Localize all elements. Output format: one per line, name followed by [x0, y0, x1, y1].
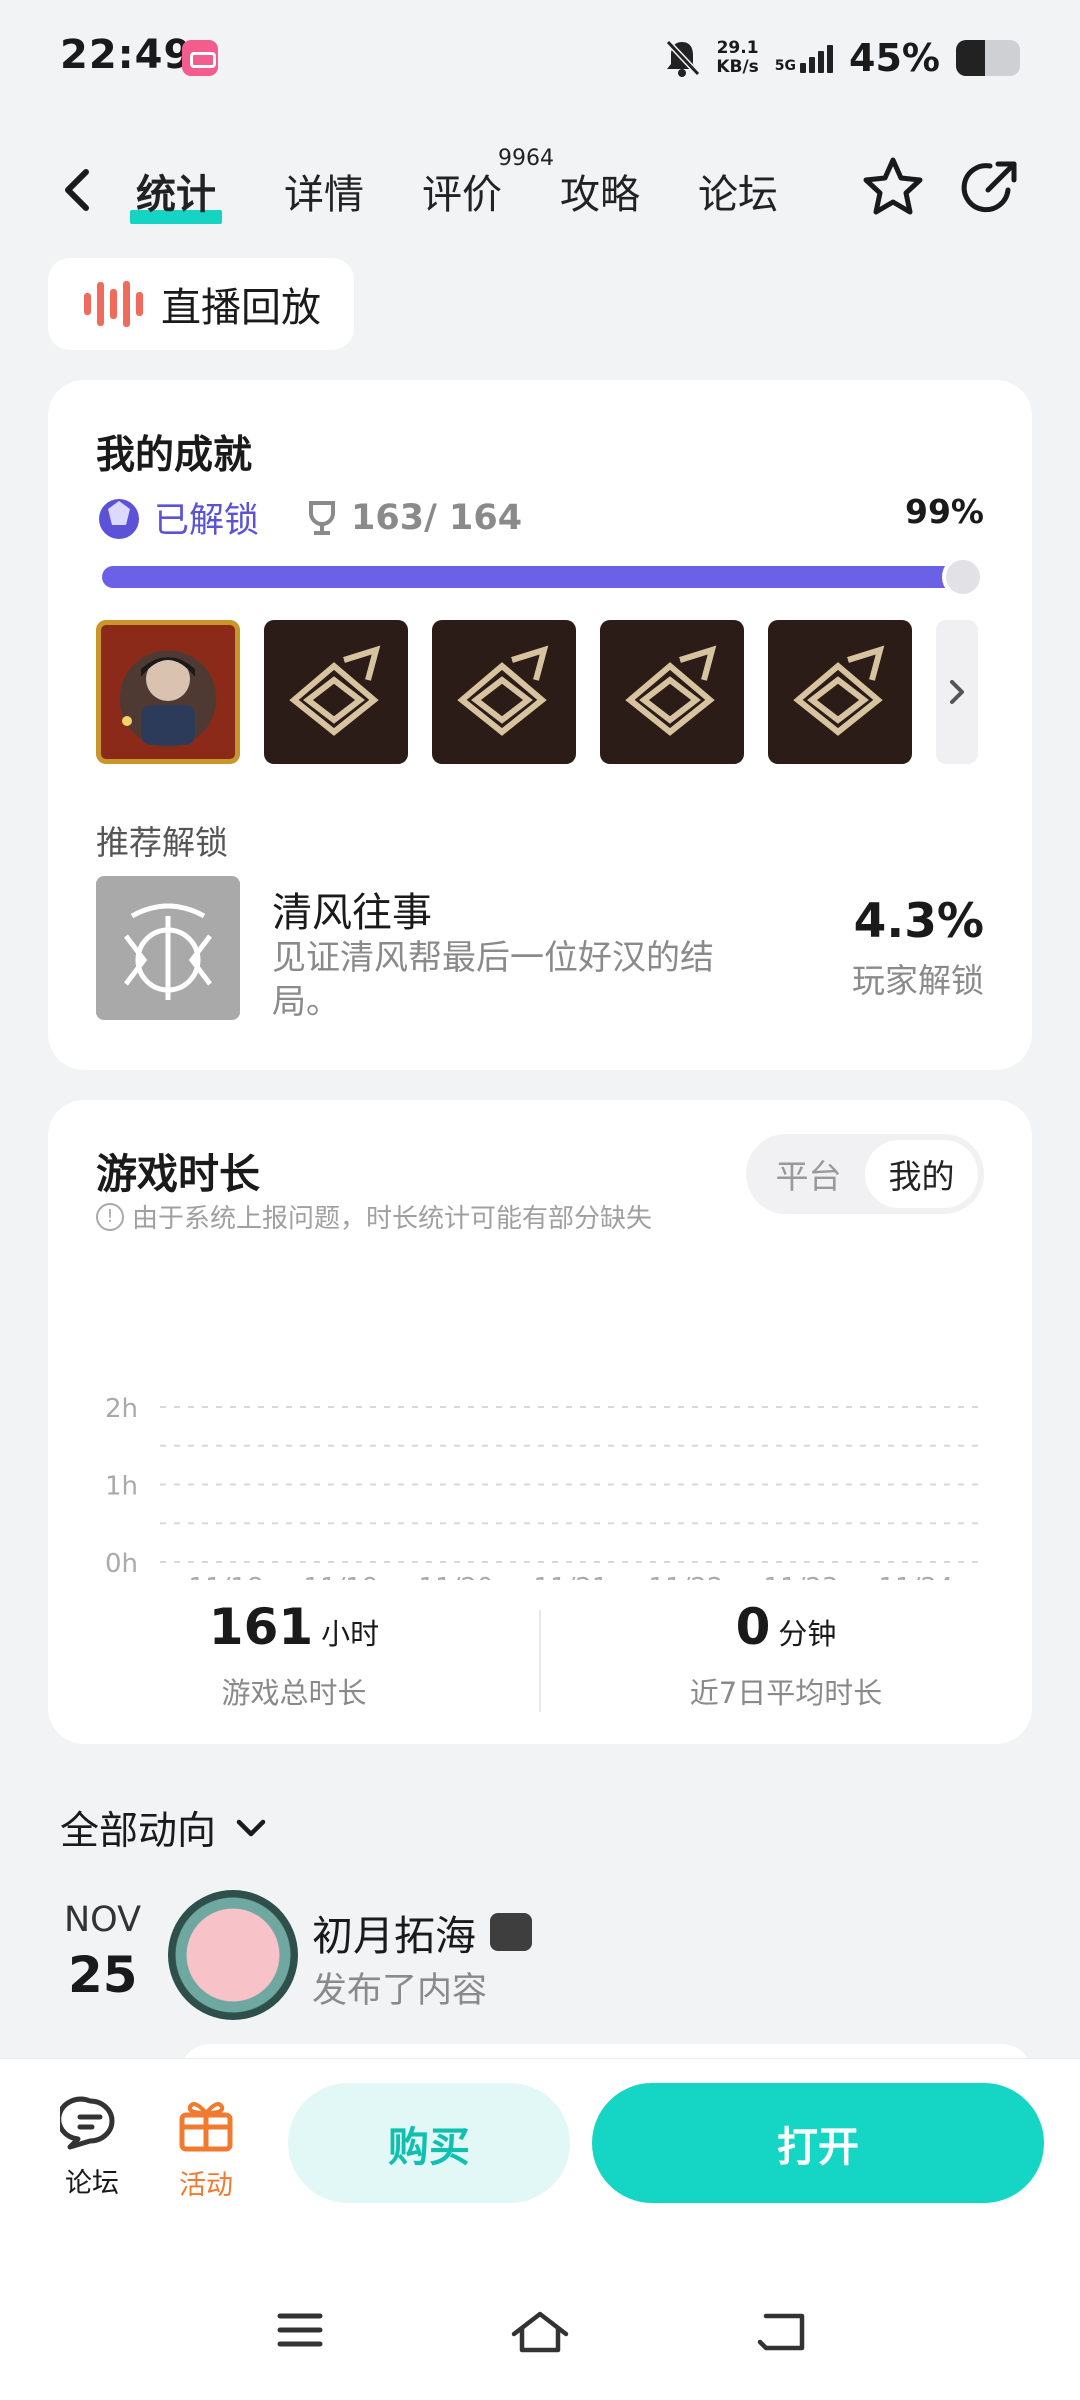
star-icon[interactable]	[858, 152, 928, 222]
unlocked-label: 已解锁	[154, 501, 260, 541]
back-nav-icon[interactable]	[756, 2310, 808, 2354]
recommended-achievement-desc: 见证清风帮最后一位好汉的结局。	[272, 938, 714, 1022]
avatar[interactable]	[168, 1890, 298, 2020]
achievement-badge[interactable]	[600, 620, 744, 764]
tab-stats[interactable]: 统计	[130, 162, 222, 224]
forum-nav-button[interactable]: 论坛	[52, 2095, 132, 2200]
open-button[interactable]: 打开	[592, 2083, 1044, 2203]
net-speed: 29.1 KB/s	[716, 38, 759, 77]
home-icon[interactable]	[510, 2310, 570, 2354]
achievement-badge[interactable]	[96, 620, 240, 764]
chevron-down-icon	[236, 1819, 266, 1837]
share-icon[interactable]	[956, 152, 1026, 222]
x-tick-label: 11/23	[764, 1573, 839, 1580]
feed-day: 25	[68, 1946, 138, 2004]
bilibili-icon	[182, 40, 218, 76]
live-replay-button[interactable]: 直播回放	[48, 258, 354, 350]
achievement-badge[interactable]	[432, 620, 576, 764]
y-tick-label: 1h	[105, 1472, 138, 1502]
info-icon: !	[96, 1202, 124, 1231]
tab-reviews[interactable]: 评价	[422, 162, 502, 220]
achievements-card: 我的成就 已解锁 163/ 164 99% 推荐解锁 清风往事 见证清风帮最后一…	[48, 380, 1032, 1070]
playtime-note: ! 由于系统上报问题，时长统计可能有部分缺失	[96, 1198, 652, 1235]
forum-icon	[60, 2096, 115, 2150]
achievement-count: 163/ 164	[351, 497, 523, 538]
sound-wave-icon	[84, 280, 143, 328]
back-icon[interactable]	[56, 162, 100, 218]
y-tick-label: 0h	[105, 1549, 138, 1579]
tab-details[interactable]: 详情	[284, 162, 364, 220]
chevron-right-icon	[950, 680, 964, 704]
playtime-title: 游戏时长	[96, 1150, 260, 1198]
achievement-badge[interactable]	[768, 620, 912, 764]
feed-filter-dropdown[interactable]: 全部动向	[60, 1800, 268, 1856]
achievement-progress-bar	[102, 556, 984, 598]
tab-forum[interactable]: 论坛	[698, 162, 778, 220]
toggle-mine[interactable]: 我的	[865, 1140, 978, 1208]
feed-action: 发布了内容	[312, 1971, 488, 2011]
signal-icon: 5G	[775, 43, 834, 73]
x-tick-label: 11/21	[534, 1573, 609, 1580]
playtime-chart: 0h 1h 2h 11/18 11/19 11/20 11/21 11/22 11/23 11/2…	[105, 1394, 982, 1580]
recommended-achievement-name[interactable]: 清风往事	[272, 880, 432, 938]
avg-playtime: 0 分钟 近7日平均时长	[689, 1598, 883, 1710]
total-playtime: 161 小时 游戏总时长	[208, 1598, 380, 1710]
feed-month: NOV	[64, 1900, 142, 1940]
user-badge-icon	[490, 1913, 532, 1951]
unlock-badge-icon	[99, 498, 139, 539]
playtime-card: 游戏时长 ! 由于系统上报问题，时长统计可能有部分缺失 平台 我的 0h 1h 2h…	[48, 1100, 1032, 1744]
clock: 22:49	[60, 32, 193, 78]
gift-icon	[179, 2102, 233, 2152]
toggle-platform[interactable]: 平台	[752, 1140, 865, 1208]
achievement-badge[interactable]	[264, 620, 408, 764]
recommended-achievement-image[interactable]	[96, 876, 240, 1020]
activity-nav-button[interactable]: 活动	[166, 2095, 246, 2202]
more-achievements-button[interactable]	[936, 620, 978, 764]
bell-off-icon	[666, 39, 701, 77]
achievements-title: 我的成就	[96, 433, 253, 478]
x-tick-label: 11/24	[879, 1573, 954, 1580]
recommended-unlock-percent: 4.3%	[853, 894, 984, 949]
feed-user[interactable]: 初月拓海	[312, 1902, 532, 1962]
playtime-toggle: 平台 我的	[746, 1134, 984, 1214]
trophy-icon	[309, 500, 336, 535]
review-count-badge: 9964	[498, 146, 554, 171]
menu-icon[interactable]	[276, 2310, 324, 2350]
buy-button[interactable]: 购买	[288, 2083, 570, 2203]
top-nav: 统计 详情 评价 9964 攻略 论坛	[0, 140, 1080, 240]
final-achievement-marker	[942, 556, 984, 598]
live-replay-label: 直播回放	[161, 285, 321, 331]
status-bar: 22:49 29.1 KB/s 5G 45%	[0, 0, 1080, 120]
x-tick-label: 11/19	[304, 1573, 379, 1580]
battery-icon	[956, 40, 1020, 76]
tab-guides[interactable]: 攻略	[560, 162, 640, 220]
x-tick-label: 11/22	[649, 1573, 724, 1580]
x-tick-label: 11/20	[419, 1573, 494, 1580]
y-tick-label: 2h	[105, 1394, 138, 1424]
system-nav-bar	[0, 2290, 1080, 2380]
achievement-percent: 99%	[905, 492, 984, 531]
battery-percent: 45%	[849, 36, 940, 80]
x-tick-label: 11/18	[189, 1573, 264, 1580]
recommended-unlock-label: 玩家解锁	[852, 961, 984, 1000]
recommend-title: 推荐解锁	[96, 823, 228, 862]
